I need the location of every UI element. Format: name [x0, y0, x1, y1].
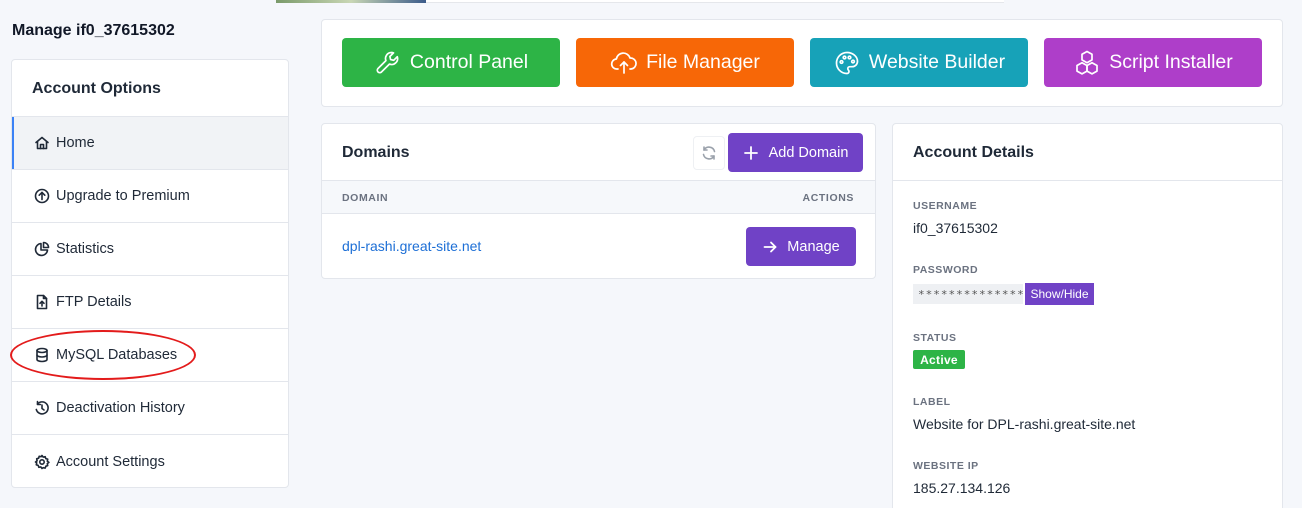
website-ip-value: 185.27.134.126	[913, 480, 1011, 496]
website-builder-label: Website Builder	[868, 51, 1006, 73]
status-label: STATUS	[913, 332, 957, 344]
sidebar-header: Account Options	[12, 60, 288, 117]
domains-header: Domains Add Domain	[322, 124, 875, 181]
show-hide-password-button[interactable]: Show/Hide	[1025, 283, 1094, 305]
account-details-title: Account Details	[913, 144, 1034, 161]
sidebar-item-deactivation-history[interactable]: Deactivation History	[12, 382, 288, 435]
sidebar-item-label: MySQL Databases	[56, 347, 178, 363]
refresh-button[interactable]	[693, 136, 725, 170]
script-installer-button[interactable]: Script Installer	[1044, 38, 1262, 87]
plus-icon	[743, 145, 758, 160]
arrow-up-circle-icon	[34, 188, 50, 204]
page-title: Manage if0_37615302	[12, 22, 175, 39]
status-badge: Active	[913, 350, 965, 369]
column-header-actions: ACTIONS	[802, 192, 854, 204]
sidebar-item-label: Home	[56, 135, 95, 151]
domains-table-header: DOMAIN ACTIONS	[322, 181, 875, 214]
manage-button[interactable]: Manage	[746, 227, 856, 266]
sidebar-item-label: Account Settings	[56, 453, 165, 470]
domains-card: Domains Add Domain DOMAIN ACTIONS dpl-ra…	[321, 123, 876, 279]
file-manager-button[interactable]: File Manager	[576, 38, 794, 87]
pie-chart-icon	[34, 241, 50, 257]
boxes-icon	[1076, 50, 1099, 75]
account-details-card: Account Details USERNAME if0_37615302 PA…	[892, 123, 1283, 508]
banner-image	[276, 0, 426, 3]
database-icon	[34, 347, 50, 363]
website-ip-label: WEBSITE IP	[913, 460, 979, 472]
label-label: LABEL	[913, 396, 951, 408]
home-icon	[34, 135, 50, 151]
sidebar-item-label: Statistics	[56, 241, 115, 257]
file-upload-icon	[34, 294, 50, 310]
sidebar-item-label: Deactivation History	[56, 400, 185, 416]
top-banner-strip	[276, 0, 1004, 3]
account-options-sidebar: Account Options Home Upgrade to Premium …	[11, 59, 289, 488]
wrench-icon	[376, 51, 399, 74]
username-value: if0_37615302	[913, 220, 998, 236]
sidebar-item-statistics[interactable]: Statistics	[12, 223, 288, 276]
sidebar-item-ftp-details[interactable]: FTP Details	[12, 276, 288, 329]
refresh-icon	[702, 146, 716, 160]
history-icon	[34, 400, 50, 416]
arrow-right-icon	[763, 241, 777, 252]
domains-title: Domains	[342, 144, 410, 161]
sidebar-item-label: FTP Details	[56, 294, 132, 310]
account-details-header: Account Details	[893, 124, 1282, 181]
password-label: PASSWORD	[913, 264, 979, 276]
sidebar-item-upgrade[interactable]: Upgrade to Premium	[12, 170, 288, 223]
sidebar-item-label: Upgrade to Premium	[56, 188, 190, 204]
add-domain-label: Add Domain	[768, 144, 849, 161]
control-panel-label: Control Panel	[409, 51, 529, 73]
script-installer-label: Script Installer	[1109, 51, 1233, 73]
cloud-upload-icon	[610, 51, 637, 74]
sidebar-item-home[interactable]: Home	[12, 117, 288, 170]
control-panel-button[interactable]: Control Panel	[342, 38, 560, 87]
tools-card: Control Panel File Manager Website Build…	[321, 19, 1283, 107]
palette-icon	[835, 51, 859, 74]
add-domain-button[interactable]: Add Domain	[728, 133, 863, 172]
sidebar-item-mysql-databases[interactable]: MySQL Databases	[12, 329, 288, 382]
gear-icon	[34, 454, 50, 470]
username-label: USERNAME	[913, 200, 978, 212]
column-header-domain: DOMAIN	[342, 192, 389, 204]
table-row: dpl-rashi.great-site.net Manage	[322, 214, 875, 278]
manage-label: Manage	[787, 238, 840, 255]
sidebar-item-account-settings[interactable]: Account Settings	[12, 435, 288, 487]
label-value: Website for DPL-rashi.great-site.net	[913, 416, 1136, 432]
website-builder-button[interactable]: Website Builder	[810, 38, 1028, 87]
password-masked: **************	[913, 284, 1024, 304]
domain-link[interactable]: dpl-rashi.great-site.net	[342, 238, 481, 254]
file-manager-label: File Manager	[646, 51, 760, 73]
